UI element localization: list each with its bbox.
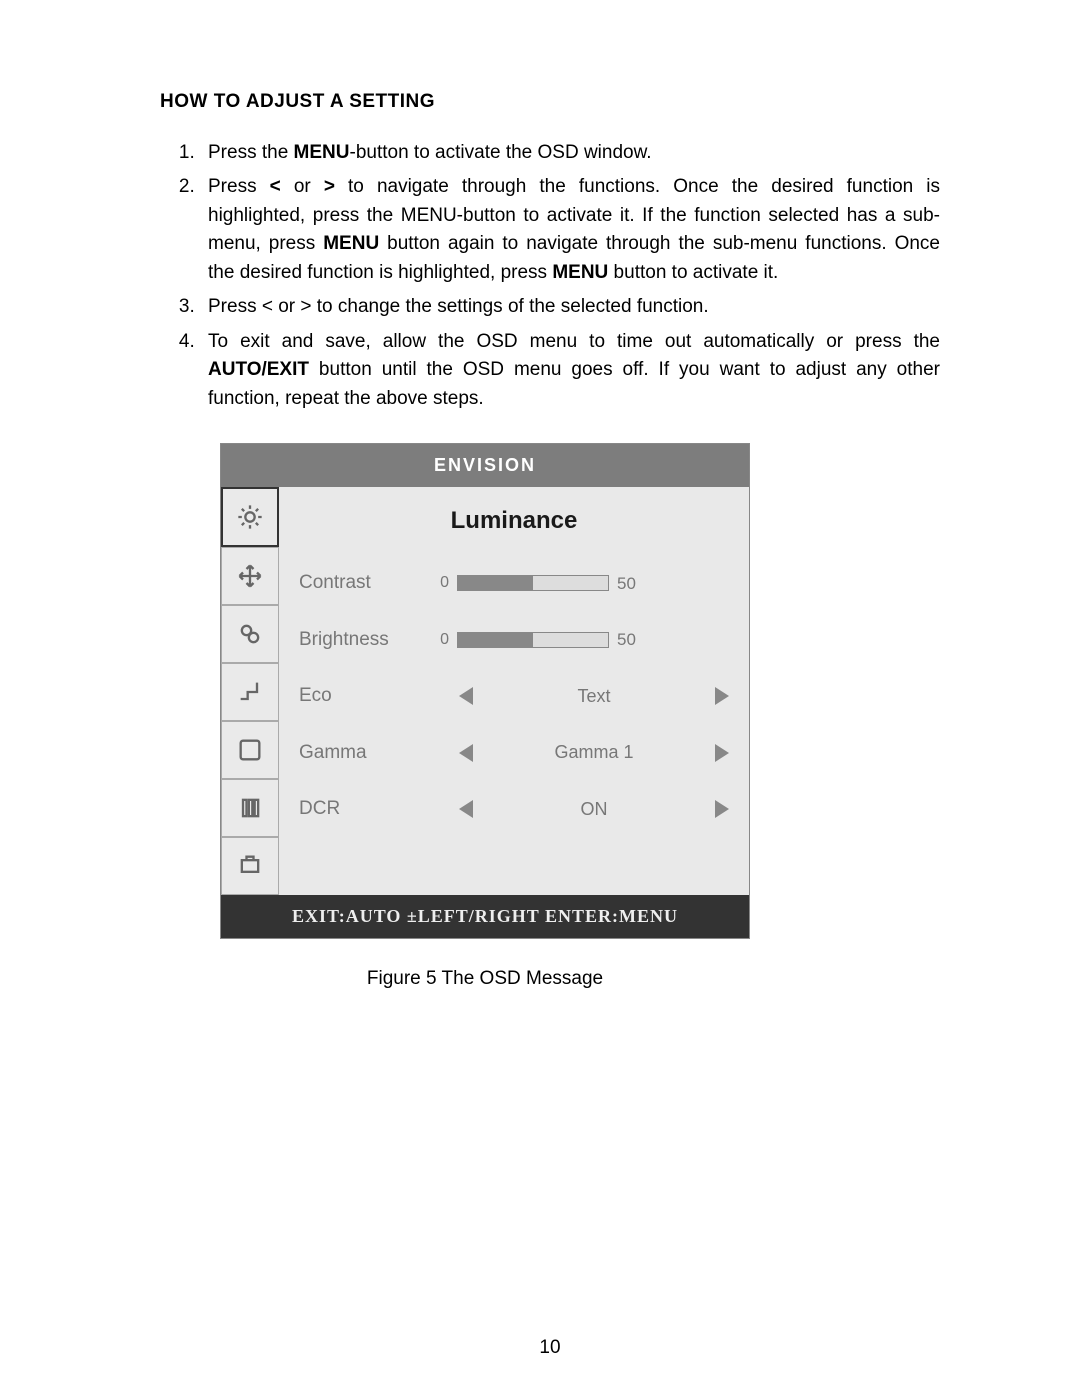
gamma-prev-icon[interactable] bbox=[459, 744, 473, 762]
dcr-prev-icon[interactable] bbox=[459, 800, 473, 818]
contrast-slider[interactable] bbox=[457, 575, 609, 591]
step-1: Press the MENU-button to activate the OS… bbox=[200, 139, 940, 168]
tab-reset[interactable] bbox=[221, 837, 279, 895]
brightness-icon bbox=[236, 503, 264, 531]
eco-next-icon[interactable] bbox=[715, 687, 729, 705]
osd-setup-icon bbox=[236, 678, 264, 706]
row-dcr: DCR ON bbox=[299, 795, 729, 824]
text: or bbox=[281, 176, 324, 197]
bold: MENU bbox=[552, 262, 608, 283]
tab-color-temp[interactable] bbox=[221, 605, 279, 663]
brightness-fill bbox=[458, 633, 533, 647]
text: -button to activate the OSD window. bbox=[350, 142, 652, 163]
step-4: To exit and save, allow the OSD menu to … bbox=[200, 328, 940, 414]
row-eco: Eco Text bbox=[299, 682, 729, 711]
step-3: Press < or > to change the settings of t… bbox=[200, 293, 940, 322]
gamma-next-icon[interactable] bbox=[715, 744, 729, 762]
dcr-value: ON bbox=[473, 796, 715, 823]
contrast-fill bbox=[458, 576, 533, 590]
bold: MENU bbox=[294, 142, 350, 163]
osd-footer-hint: EXIT:AUTO ±LEFT/RIGHT ENTER:MENU bbox=[221, 895, 749, 938]
eco-prev-icon[interactable] bbox=[459, 687, 473, 705]
text: Press the bbox=[208, 142, 294, 163]
move-icon bbox=[236, 562, 264, 590]
panel-title: Luminance bbox=[299, 487, 729, 569]
reset-icon bbox=[236, 852, 264, 880]
contrast-value: 50 bbox=[617, 571, 647, 597]
gamma-value: Gamma 1 bbox=[473, 739, 715, 766]
bold: AUTO/EXIT bbox=[208, 359, 309, 380]
bold: > bbox=[324, 176, 335, 197]
osd-tab-strip bbox=[221, 487, 279, 895]
text: Press bbox=[208, 176, 270, 197]
text: To exit and save, allow the OSD menu to … bbox=[208, 331, 940, 352]
instruction-list: Press the MENU-button to activate the OS… bbox=[200, 139, 940, 414]
text: button until the OSD menu goes off. If y… bbox=[208, 359, 940, 409]
brightness-min: 0 bbox=[429, 628, 449, 652]
extra-icon bbox=[236, 736, 264, 764]
tab-osd-setup[interactable] bbox=[221, 663, 279, 721]
contrast-label: Contrast bbox=[299, 569, 429, 598]
osd-window: ENVISION Luminance Contrast 0 bbox=[220, 443, 750, 939]
row-brightness: Brightness 0 50 bbox=[299, 626, 729, 655]
tab-luminance[interactable] bbox=[221, 487, 279, 547]
eco-label: Eco bbox=[299, 682, 429, 711]
dcr-label: DCR bbox=[299, 795, 429, 824]
color-icon bbox=[236, 620, 264, 648]
tab-extra[interactable] bbox=[221, 721, 279, 779]
bold: MENU bbox=[323, 233, 379, 254]
text: button to activate it. bbox=[608, 262, 778, 283]
gamma-label: Gamma bbox=[299, 739, 429, 768]
brightness-slider[interactable] bbox=[457, 632, 609, 648]
info-icon bbox=[236, 794, 264, 822]
row-contrast: Contrast 0 50 bbox=[299, 569, 729, 598]
figure-caption: Figure 5 The OSD Message bbox=[220, 965, 750, 994]
page-number: 10 bbox=[160, 1334, 940, 1363]
osd-panel: Luminance Contrast 0 50 Brightness 0 50 bbox=[279, 487, 749, 895]
brightness-label: Brightness bbox=[299, 626, 429, 655]
tab-information[interactable] bbox=[221, 779, 279, 837]
dcr-next-icon[interactable] bbox=[715, 800, 729, 818]
section-heading: HOW TO ADJUST A SETTING bbox=[160, 88, 940, 117]
contrast-min: 0 bbox=[429, 571, 449, 595]
eco-value: Text bbox=[473, 683, 715, 710]
brightness-value: 50 bbox=[617, 627, 647, 653]
osd-brand-title: ENVISION bbox=[221, 444, 749, 487]
row-gamma: Gamma Gamma 1 bbox=[299, 739, 729, 768]
step-2: Press < or > to navigate through the fun… bbox=[200, 173, 940, 287]
bold: < bbox=[270, 176, 281, 197]
tab-image-setup[interactable] bbox=[221, 547, 279, 605]
